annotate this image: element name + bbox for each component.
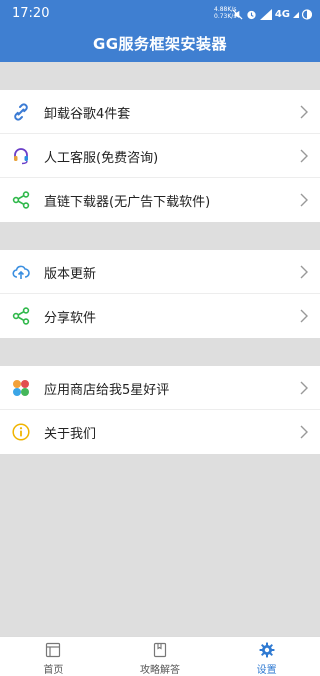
tab-label: 首页 [43, 665, 64, 676]
settings-group-3: 应用商店给我5星好评 关于我们 [0, 366, 320, 454]
guide-icon [153, 642, 167, 658]
menu-item-uninstall-google[interactable]: 卸载谷歌4件套 [0, 90, 320, 134]
bottom-tab-bar: 首页 攻略解答 设置 [0, 636, 320, 676]
menu-item-customer-service[interactable]: 人工客服(免费咨询) [0, 134, 320, 178]
menu-item-rate-app[interactable]: 应用商店给我5星好评 [0, 366, 320, 410]
tab-guide[interactable]: 攻略解答 [107, 637, 214, 676]
menu-item-label: 卸载谷歌4件套 [44, 107, 131, 122]
link-icon [14, 103, 28, 121]
chevron-right-icon [300, 149, 308, 163]
tab-label: 攻略解答 [140, 665, 180, 676]
network-type: 4G [274, 8, 290, 20]
menu-item-version-update[interactable]: 版本更新 [0, 250, 320, 294]
gear-icon [259, 642, 275, 658]
tab-settings[interactable]: 设置 [213, 637, 320, 676]
info-icon [12, 423, 30, 441]
share-icon [12, 307, 30, 325]
menu-item-label: 版本更新 [44, 267, 97, 282]
tab-home[interactable]: 首页 [0, 637, 107, 676]
status-bar: 17:20 4.88K/s 0.73K/s 4G [0, 0, 320, 28]
home-icon [46, 642, 61, 658]
app-header: GG服务框架安装器 [0, 28, 320, 62]
chevron-right-icon [300, 381, 308, 395]
chevron-right-icon [300, 425, 308, 439]
settings-group-1: 卸载谷歌4件套 人工客服(免费咨询) 直链下载器(无广告下载软件) [0, 90, 320, 222]
menu-item-label: 分享软件 [44, 311, 97, 326]
battery-icon [302, 8, 312, 20]
page-title: GG服务框架安装器 [92, 35, 228, 53]
menu-item-label: 直链下载器(无广告下载软件) [44, 195, 211, 210]
status-time: 17:20 [12, 6, 50, 21]
chevron-right-icon [300, 265, 308, 279]
menu-item-label: 应用商店给我5星好评 [44, 383, 170, 398]
chevron-right-icon [300, 193, 308, 207]
settings-group-2: 版本更新 分享软件 [0, 250, 320, 338]
wifi-small-icon [293, 12, 299, 18]
share-icon [12, 191, 30, 209]
menu-item-direct-downloader[interactable]: 直链下载器(无广告下载软件) [0, 178, 320, 222]
tab-label: 设置 [256, 665, 277, 676]
petals-icon [13, 380, 29, 396]
status-icons: 4G [232, 5, 312, 23]
chevron-right-icon [300, 309, 308, 323]
menu-item-about-us[interactable]: 关于我们 [0, 410, 320, 454]
cloud-upload-icon [12, 265, 30, 279]
menu-item-label: 人工客服(免费咨询) [44, 151, 159, 166]
alarm-icon [247, 10, 256, 19]
signal-icon [259, 8, 272, 20]
mute-icon [232, 8, 243, 20]
menu-item-share-app[interactable]: 分享软件 [0, 294, 320, 338]
chevron-right-icon [300, 105, 308, 119]
headset-icon [14, 148, 28, 165]
menu-item-label: 关于我们 [44, 427, 97, 442]
